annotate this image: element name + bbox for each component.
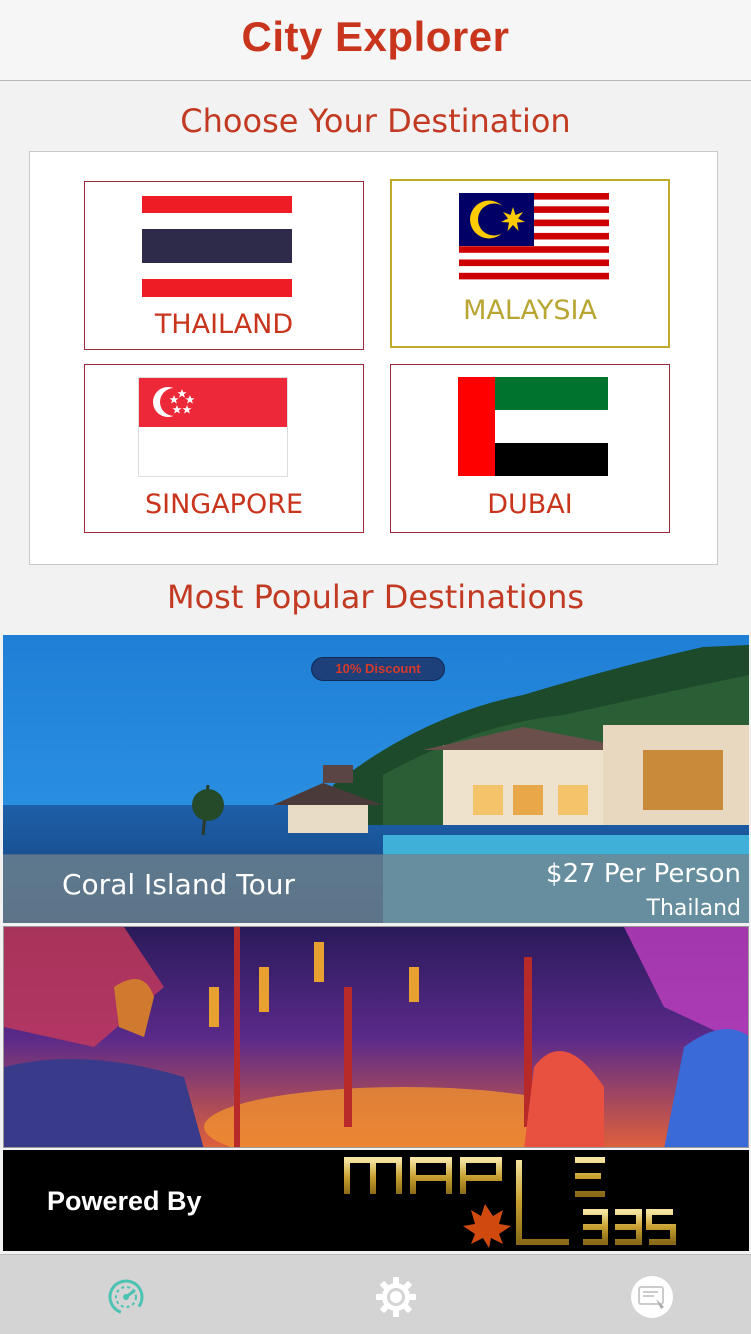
app-title: City Explorer	[241, 13, 510, 60]
country-grid: THAILAND MALAYSIA SINGAPORE DUBAI	[29, 151, 718, 565]
country-card-thailand[interactable]: THAILAND	[84, 181, 364, 350]
singapore-flag-icon	[138, 377, 288, 477]
promo-country: Thailand	[646, 896, 741, 921]
country-card-dubai[interactable]: DUBAI	[390, 364, 670, 533]
choose-destination-title: Choose Your Destination	[180, 102, 571, 140]
country-label: DUBAI	[487, 489, 573, 520]
country-label: THAILAND	[154, 309, 294, 340]
thailand-flag-icon	[142, 196, 292, 297]
promo-card-show[interactable]	[3, 926, 749, 1148]
promo-name: Coral Island Tour	[62, 868, 295, 901]
promo-price: $27 Per Person	[546, 859, 741, 889]
dashboard-icon	[108, 1279, 144, 1315]
powered-by-banner[interactable]: Powered By	[3, 1150, 749, 1251]
bottom-tab-bar	[0, 1254, 751, 1334]
country-label: SINGAPORE	[144, 489, 304, 520]
discount-badge: 10% Discount	[311, 657, 445, 681]
contact-card-icon	[631, 1276, 673, 1318]
maple-labs-logo	[344, 1157, 676, 1248]
country-label: MALAYSIA	[463, 295, 597, 326]
gear-icon	[376, 1277, 416, 1317]
tab-dashboard[interactable]	[104, 1275, 148, 1319]
malaysia-flag-icon	[459, 193, 609, 286]
tab-contact[interactable]	[630, 1275, 674, 1319]
country-card-malaysia[interactable]: MALAYSIA	[390, 179, 670, 348]
promo-card-coral-island[interactable]: 10% Discount Coral Island Tour $27 Per P…	[3, 635, 749, 923]
app-header: City Explorer	[0, 0, 751, 81]
country-card-singapore[interactable]: SINGAPORE	[84, 364, 364, 533]
powered-by-label: Powered By	[47, 1186, 202, 1216]
popular-destinations-title: Most Popular Destinations	[166, 578, 585, 616]
tab-settings[interactable]	[374, 1275, 418, 1319]
show-photo	[4, 927, 748, 1147]
uae-flag-icon	[458, 377, 608, 476]
promo-info-bar: Coral Island Tour $27 Per Person Thailan…	[3, 854, 749, 923]
